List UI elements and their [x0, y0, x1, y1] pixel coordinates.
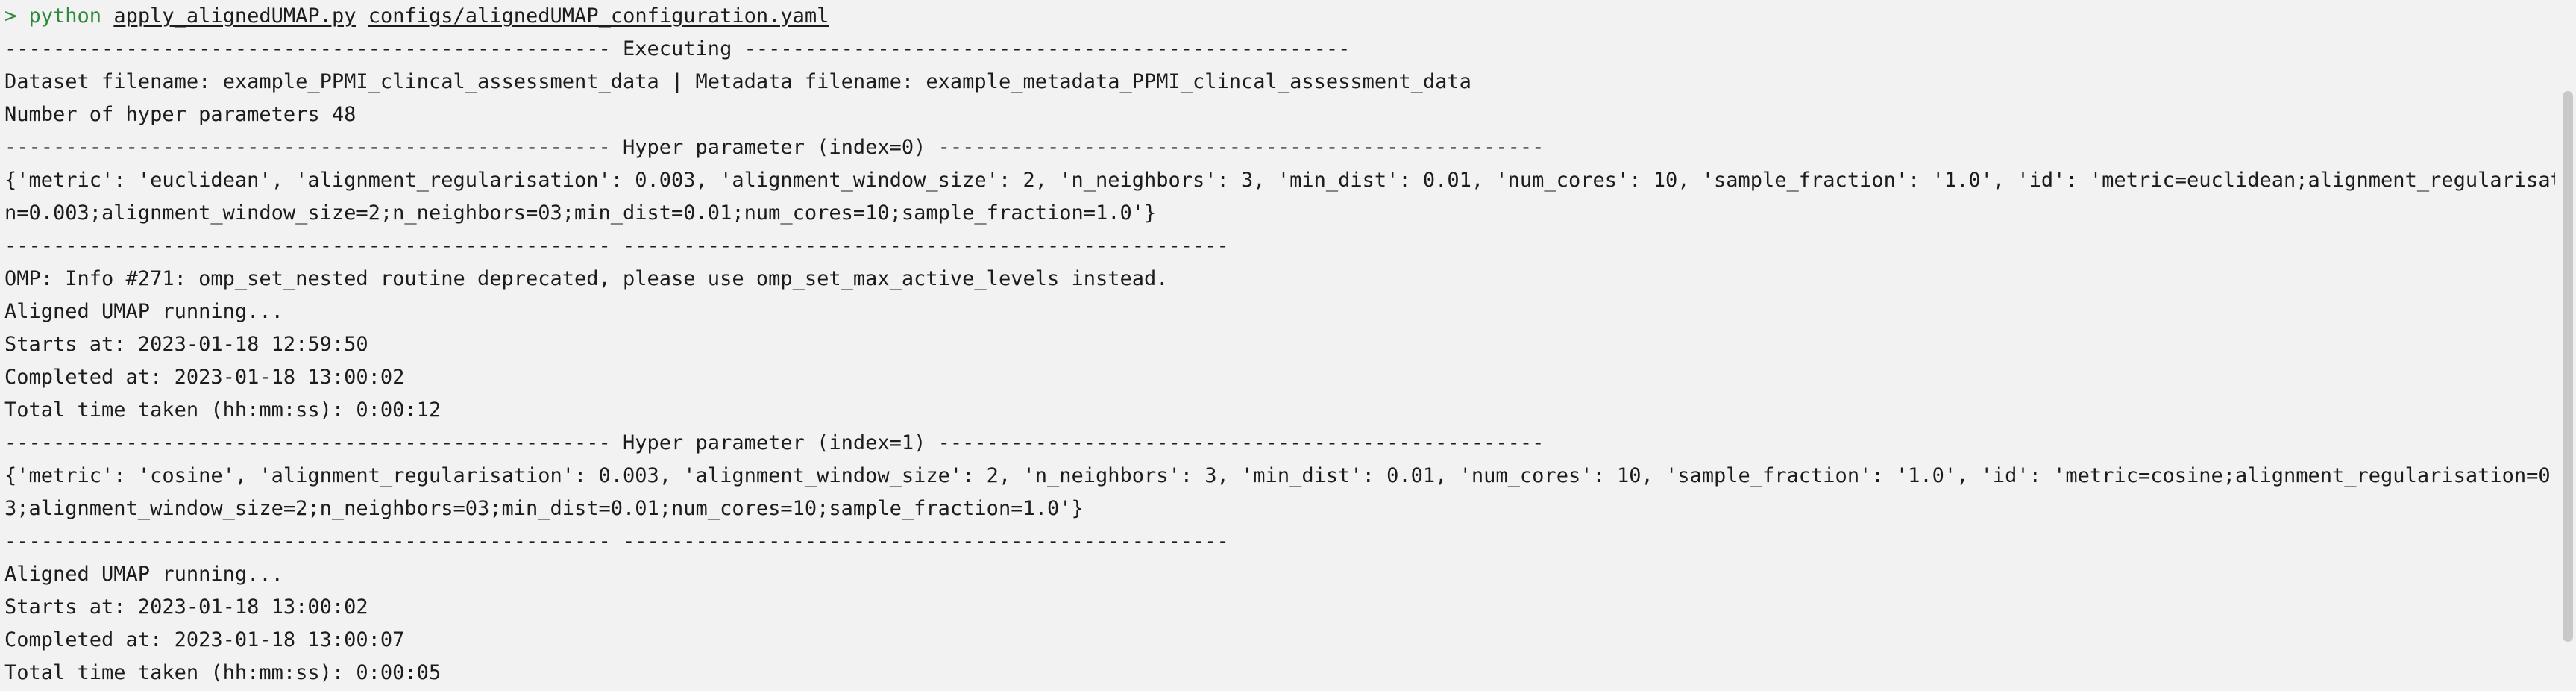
omp-info-line: OMP: Info #271: omp_set_nested routine d…	[4, 267, 1169, 290]
completed-at-line-1: Completed at: 2023-01-18 13:00:07	[4, 628, 405, 651]
terminal-window[interactable]: > python apply_alignedUMAP.py configs/al…	[0, 0, 2576, 691]
running-line-0: Aligned UMAP running...	[4, 300, 283, 323]
separator-hyper-parameter-0: ----------------------------------------…	[4, 136, 1545, 159]
separator-executing: ----------------------------------------…	[4, 37, 1351, 60]
params-line-0a: {'metric': 'euclidean', 'alignment_regul…	[4, 169, 2555, 192]
total-time-line-0: Total time taken (hh:mm:ss): 0:00:12	[4, 398, 442, 422]
vertical-scrollbar[interactable]	[2560, 0, 2576, 691]
command-program: python	[28, 4, 102, 28]
separator-hyper-parameter-1: ----------------------------------------…	[4, 431, 1545, 454]
params-line-1a: {'metric': 'cosine', 'alignment_regulari…	[4, 464, 2555, 487]
script-file-link[interactable]: apply_alignedUMAP.py	[113, 4, 356, 28]
dataset-filename-line: Dataset filename: example_PPMI_clincal_a…	[4, 70, 1471, 93]
hyper-parameter-count-line: Number of hyper parameters 48	[4, 103, 356, 126]
config-file-link[interactable]: configs/alignedUMAP_configuration.yaml	[368, 4, 829, 28]
total-time-line-1: Total time taken (hh:mm:ss): 0:00:05	[4, 661, 442, 684]
completed-at-line-0: Completed at: 2023-01-18 13:00:02	[4, 366, 405, 389]
params-line-1b: 3;alignment_window_size=2;n_neighbors=03…	[4, 497, 1084, 520]
running-line-1: Aligned UMAP running...	[4, 563, 283, 586]
starts-at-line-0: Starts at: 2023-01-18 12:59:50	[4, 333, 368, 356]
command-line: > python apply_alignedUMAP.py configs/al…	[4, 0, 2555, 33]
terminal-output: > python apply_alignedUMAP.py configs/al…	[4, 0, 2555, 690]
separator-end-0: ----------------------------------------…	[4, 234, 1229, 257]
scrollbar-thumb[interactable]	[2563, 91, 2573, 642]
starts-at-line-1: Starts at: 2023-01-18 13:00:02	[4, 595, 368, 619]
prompt-symbol: >	[4, 4, 17, 28]
separator-end-1: ----------------------------------------…	[4, 530, 1229, 553]
params-line-0b: n=0.003;alignment_window_size=2;n_neighb…	[4, 201, 1157, 225]
